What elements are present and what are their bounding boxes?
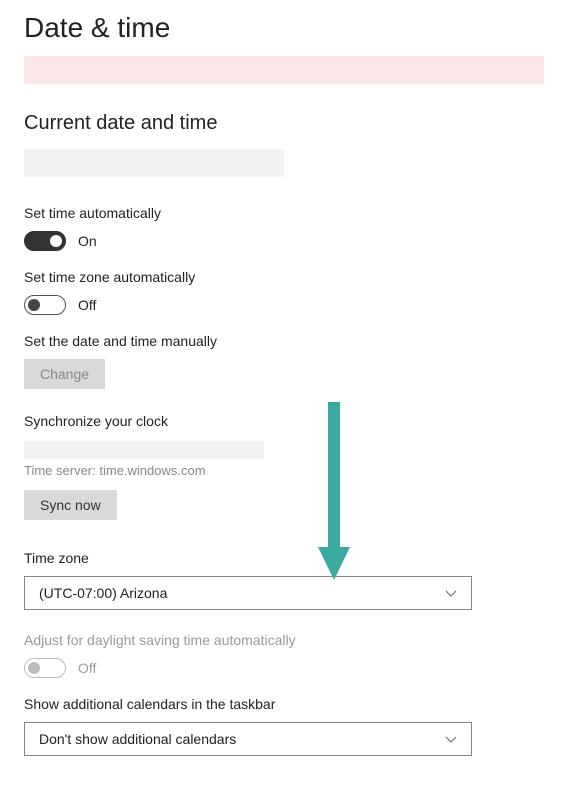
set-tz-auto-state: Off: [78, 297, 96, 313]
dst-label: Adjust for daylight saving time automati…: [24, 632, 544, 648]
calendars-dropdown[interactable]: Don't show additional calendars: [24, 722, 472, 756]
chevron-down-icon: [445, 732, 457, 747]
redacted-block: [24, 56, 544, 84]
calendars-label: Show additional calendars in the taskbar: [24, 696, 544, 712]
sync-now-button[interactable]: Sync now: [24, 490, 117, 520]
dst-state: Off: [78, 660, 96, 676]
timezone-selected: (UTC-07:00) Arizona: [39, 585, 167, 601]
dst-toggle: [24, 658, 66, 678]
time-server-text: Time server: time.windows.com: [24, 463, 544, 478]
manual-label: Set the date and time manually: [24, 333, 544, 349]
redacted-datetime: [24, 149, 284, 177]
timezone-label: Time zone: [24, 550, 544, 566]
calendars-selected: Don't show additional calendars: [39, 731, 236, 747]
set-time-auto-toggle[interactable]: [24, 231, 66, 251]
timezone-dropdown[interactable]: (UTC-07:00) Arizona: [24, 576, 472, 610]
set-time-auto-label: Set time automatically: [24, 205, 544, 221]
set-tz-auto-toggle[interactable]: [24, 295, 66, 315]
section-heading: Current date and time: [24, 112, 544, 135]
set-tz-auto-label: Set time zone automatically: [24, 269, 544, 285]
set-time-auto-state: On: [78, 233, 97, 249]
change-button[interactable]: Change: [24, 359, 105, 389]
sync-heading: Synchronize your clock: [24, 413, 544, 429]
chevron-down-icon: [445, 586, 457, 601]
redacted-sync-status: [24, 441, 264, 459]
page-title: Date & time: [24, 12, 544, 44]
